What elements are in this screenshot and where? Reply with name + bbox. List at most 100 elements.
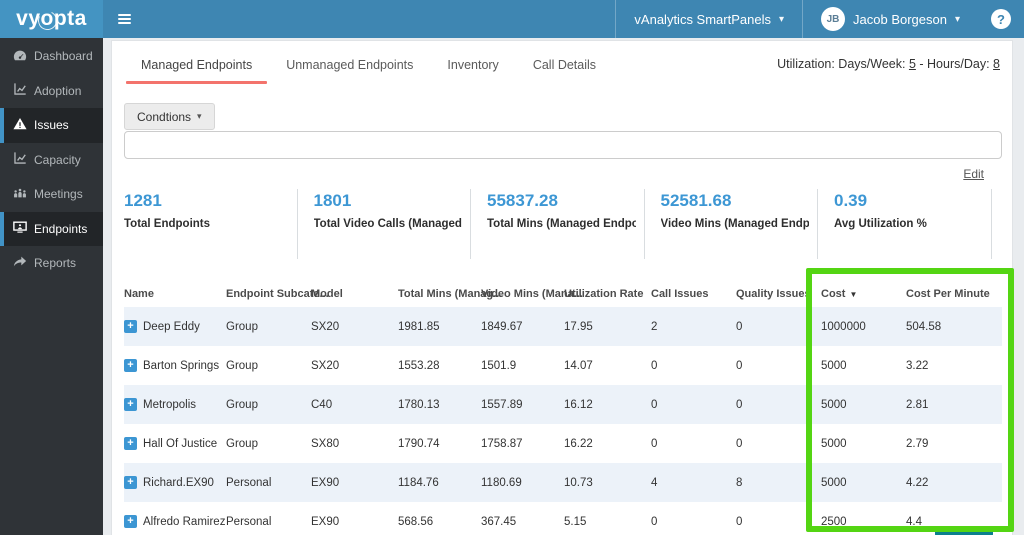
- stat-total-video-calls: 1801 Total Video Calls (Managed En...: [298, 189, 471, 259]
- cell-call-issues: 4: [651, 476, 658, 489]
- sidebar-item-adoption[interactable]: Adoption: [0, 74, 103, 109]
- summary-stats: 1281 Total Endpoints 1801 Total Video Ca…: [124, 189, 1002, 259]
- cell-cost-per-minute: 504.58: [906, 320, 942, 333]
- cell-model: SX20: [311, 359, 340, 372]
- sidebar-item-reports[interactable]: Reports: [0, 246, 103, 281]
- cell-call-issues: 0: [651, 515, 658, 528]
- tab-managed-endpoints[interactable]: Managed Endpoints: [124, 50, 269, 84]
- sidebar-item-dashboard[interactable]: Dashboard: [0, 39, 103, 74]
- sidebar-item-capacity[interactable]: Capacity: [0, 143, 103, 178]
- table-row[interactable]: + Barton Springs Group SX20 1553.28 1501…: [124, 346, 1002, 385]
- tab-call-details[interactable]: Call Details: [516, 50, 613, 80]
- tab-unmanaged-endpoints[interactable]: Unmanaged Endpoints: [269, 50, 430, 80]
- cell-quality-issues: 0: [736, 398, 743, 411]
- expand-plus-icon[interactable]: +: [124, 476, 137, 489]
- cell-name: + Barton Springs: [124, 359, 226, 372]
- column-header-name[interactable]: Name: [124, 288, 226, 300]
- column-header-quality-issues[interactable]: Quality Issues: [736, 288, 821, 300]
- cell-utilization-rate: 14.07: [564, 359, 593, 372]
- cell-quality-issues: 8: [736, 476, 743, 489]
- cell-cost: 5000: [821, 398, 847, 411]
- stat-label: Total Endpoints: [124, 218, 211, 230]
- hours-per-day-link[interactable]: 8: [993, 57, 1000, 71]
- stat-label: Avg Utilization %: [834, 218, 927, 230]
- conditions-dropdown-button[interactable]: Condtions ▾: [124, 103, 215, 130]
- cell-video-mins: 367.45: [481, 515, 517, 528]
- cell-subcategory: Group: [226, 320, 258, 333]
- avatar: JB: [821, 7, 846, 31]
- table-row[interactable]: + Hall Of Justice Group SX80 1790.74 175…: [124, 424, 1002, 463]
- stat-value: 52581.68: [660, 191, 732, 210]
- utilization-separator: -: [919, 57, 924, 71]
- cell-quality-issues: 0: [736, 515, 743, 528]
- user-menu-dropdown[interactable]: JB Jacob Borgeson ▾: [802, 0, 978, 38]
- expand-plus-icon[interactable]: +: [124, 359, 137, 372]
- cell-subcategory: Personal: [226, 476, 272, 489]
- column-header-cost[interactable]: Cost ▼: [821, 288, 906, 300]
- cell-cost-per-minute: 2.79: [906, 437, 929, 450]
- hours-per-day-label: Hours/Day:: [927, 57, 990, 71]
- cell-subcategory: Group: [226, 398, 258, 411]
- logo-text-2: pta: [53, 7, 87, 30]
- cell-call-issues: 0: [651, 359, 658, 372]
- column-header-utilization-rate[interactable]: Utilization Rate: [564, 288, 651, 300]
- expand-plus-icon[interactable]: +: [124, 437, 137, 450]
- cell-total-mins: 1790.74: [398, 437, 440, 450]
- table-row[interactable]: + Metropolis Group C40 1780.13 1557.89 1…: [124, 385, 1002, 424]
- cell-total-mins: 1780.13: [398, 398, 440, 411]
- conditions-filter-input[interactable]: [124, 131, 1002, 159]
- table-row[interactable]: + Deep Eddy Group SX20 1981.85 1849.67 1…: [124, 307, 1002, 346]
- sidebar-item-meetings[interactable]: Meetings: [0, 177, 103, 212]
- help-icon[interactable]: ?: [991, 9, 1011, 29]
- edit-link[interactable]: Edit: [963, 167, 984, 181]
- people-icon: [13, 186, 27, 203]
- stat-label: Total Mins (Managed Endpoint): [487, 218, 636, 230]
- app-switcher-dropdown[interactable]: vAnalytics SmartPanels ▾: [615, 0, 802, 38]
- cell-model: SX20: [311, 320, 340, 333]
- cell-video-mins: 1557.89: [481, 398, 523, 411]
- expand-plus-icon[interactable]: +: [124, 398, 137, 411]
- stat-avg-utilization: 0.39 Avg Utilization %: [818, 189, 992, 259]
- cell-name: + Deep Eddy: [124, 320, 226, 333]
- endpoint-monitor-icon: [13, 220, 27, 237]
- line-chart-icon: [13, 82, 27, 99]
- tab-inventory[interactable]: Inventory: [430, 50, 515, 80]
- stat-video-mins: 52581.68 Video Mins (Managed Endpoints): [645, 189, 818, 259]
- sidebar-nav: Dashboard Adoption Issues Capacity Meeti…: [0, 38, 103, 535]
- column-header-call-issues[interactable]: Call Issues: [651, 288, 736, 300]
- column-header-total-mins[interactable]: Total Mins (Manag...: [398, 288, 502, 300]
- sidebar-item-label: Issues: [34, 118, 69, 133]
- cell-model: SX80: [311, 437, 340, 450]
- hamburger-menu-icon[interactable]: [103, 0, 146, 38]
- sidebar-item-issues[interactable]: Issues: [0, 108, 103, 143]
- cell-name: + Hall Of Justice: [124, 437, 226, 450]
- sort-desc-icon: ▼: [849, 289, 858, 299]
- column-header-video-mins[interactable]: Video Mins (Mana...: [481, 288, 583, 300]
- table-row[interactable]: + Alfredo Ramirez Personal EX90 568.56 3…: [124, 502, 1002, 535]
- days-per-week-link[interactable]: 5: [909, 57, 916, 71]
- sidebar-item-endpoints[interactable]: Endpoints: [0, 211, 103, 246]
- cell-video-mins: 1758.87: [481, 437, 523, 450]
- expand-plus-icon[interactable]: +: [124, 320, 137, 333]
- cell-name: + Richard.EX90: [124, 476, 226, 489]
- cell-cost-per-minute: 4.4: [906, 515, 922, 528]
- help-wrap: ?: [978, 0, 1024, 38]
- cell-utilization-rate: 16.22: [564, 437, 593, 450]
- cell-call-issues: 2: [651, 320, 658, 333]
- cell-quality-issues: 0: [736, 320, 743, 333]
- cell-quality-issues: 0: [736, 437, 743, 450]
- cell-video-mins: 1180.69: [481, 476, 522, 489]
- column-header-subcategory[interactable]: Endpoint Subcate...: [226, 288, 329, 300]
- column-header-model[interactable]: Model: [311, 288, 398, 300]
- expand-plus-icon[interactable]: +: [124, 515, 137, 528]
- vyopta-logo: vy o pta: [0, 0, 103, 38]
- cell-cost: 5000: [821, 476, 847, 489]
- top-header: vy o pta vAnalytics SmartPanels ▾ JB Jacob…: [0, 0, 1024, 38]
- cell-total-mins: 568.56: [398, 515, 434, 528]
- column-header-cost-per-minute[interactable]: Cost Per Minute: [906, 288, 1002, 300]
- cell-model: C40: [311, 398, 333, 411]
- cell-total-mins: 1981.85: [398, 320, 440, 333]
- app-switcher-label: vAnalytics SmartPanels: [634, 11, 771, 27]
- table-row[interactable]: + Richard.EX90 Personal EX90 1184.76 118…: [124, 463, 1002, 502]
- chat-widget-button[interactable]: [935, 528, 993, 535]
